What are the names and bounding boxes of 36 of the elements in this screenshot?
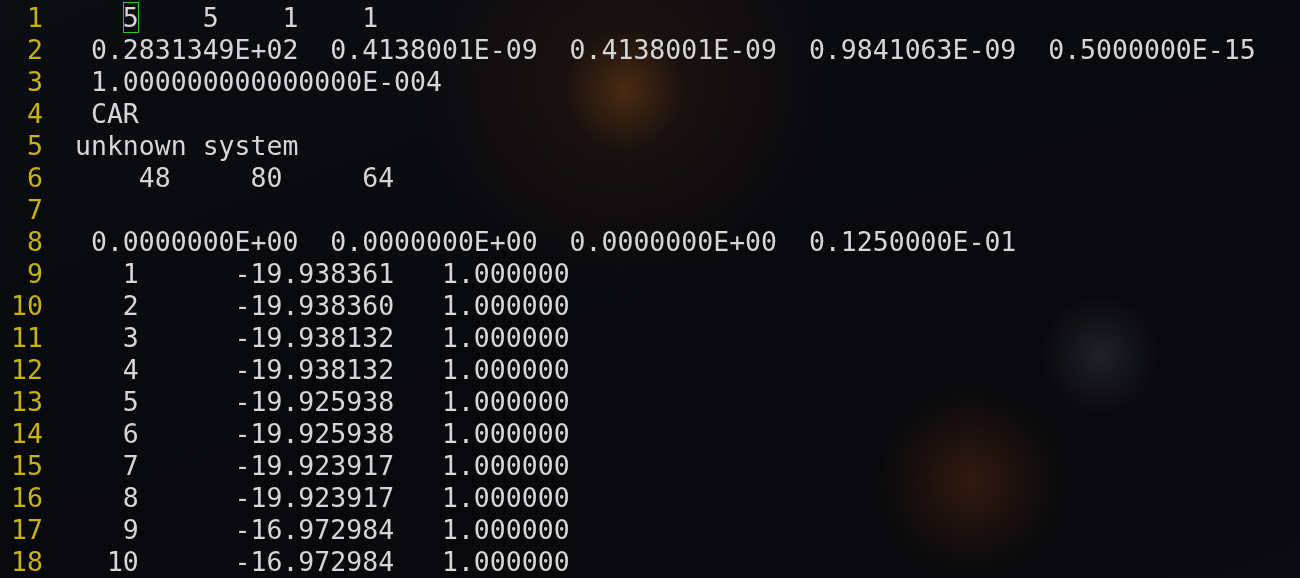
line-number: 16 bbox=[11, 482, 43, 514]
line-number: 1 bbox=[27, 2, 43, 34]
line-number: 4 bbox=[27, 98, 43, 130]
code-line: 5 5 1 1 bbox=[122, 2, 379, 34]
line-number: 2 bbox=[27, 34, 43, 66]
code-line: 3 -19.938132 1.000000 bbox=[121, 322, 570, 354]
code-line: 0.0000000E+00 0.0000000E+00 0.0000000E+00 0.1250000E-01 bbox=[89, 226, 1017, 258]
line-number: 17 bbox=[11, 514, 43, 546]
line-number: 7 bbox=[27, 194, 43, 226]
line-number: 8 bbox=[27, 226, 43, 258]
line-number: 18 bbox=[11, 546, 43, 578]
line-number: 3 bbox=[27, 66, 43, 98]
code-line: 4 -19.938132 1.000000 bbox=[121, 354, 570, 386]
code-line: unknown system bbox=[75, 130, 299, 162]
code-line: 1.000000000000000E-004 bbox=[89, 66, 442, 98]
line-number: 5 bbox=[27, 130, 43, 162]
code-line: 6 -19.925938 1.000000 bbox=[121, 418, 570, 450]
code-line: 1 -19.938361 1.000000 bbox=[121, 258, 570, 290]
line-number: 11 bbox=[11, 322, 43, 354]
code-line: 0.2831349E+02 0.4138001E-09 0.4138001E-09 0.9841063E-09 0.5000000E-15 bbox=[89, 34, 1256, 66]
line-number: 9 bbox=[27, 258, 43, 290]
code-line: 10 -16.972984 1.000000 bbox=[105, 546, 570, 578]
code-line: 9 -16.972984 1.000000 bbox=[121, 514, 570, 546]
line-number: 12 bbox=[11, 354, 43, 386]
code-line: CAR bbox=[89, 98, 139, 130]
code-line: 2 -19.938360 1.000000 bbox=[121, 290, 570, 322]
line-number: 13 bbox=[11, 386, 43, 418]
text-cursor: 5 bbox=[122, 2, 139, 33]
code-line: 48 80 64 bbox=[137, 162, 395, 194]
code-line: 8 -19.923917 1.000000 bbox=[121, 482, 570, 514]
line-number: 14 bbox=[11, 418, 43, 450]
code-line: 5 -19.925938 1.000000 bbox=[121, 386, 570, 418]
line-number: 15 bbox=[11, 450, 43, 482]
line-number: 6 bbox=[27, 162, 43, 194]
line-number: 10 bbox=[11, 290, 43, 322]
code-line: 7 -19.923917 1.000000 bbox=[121, 450, 570, 482]
